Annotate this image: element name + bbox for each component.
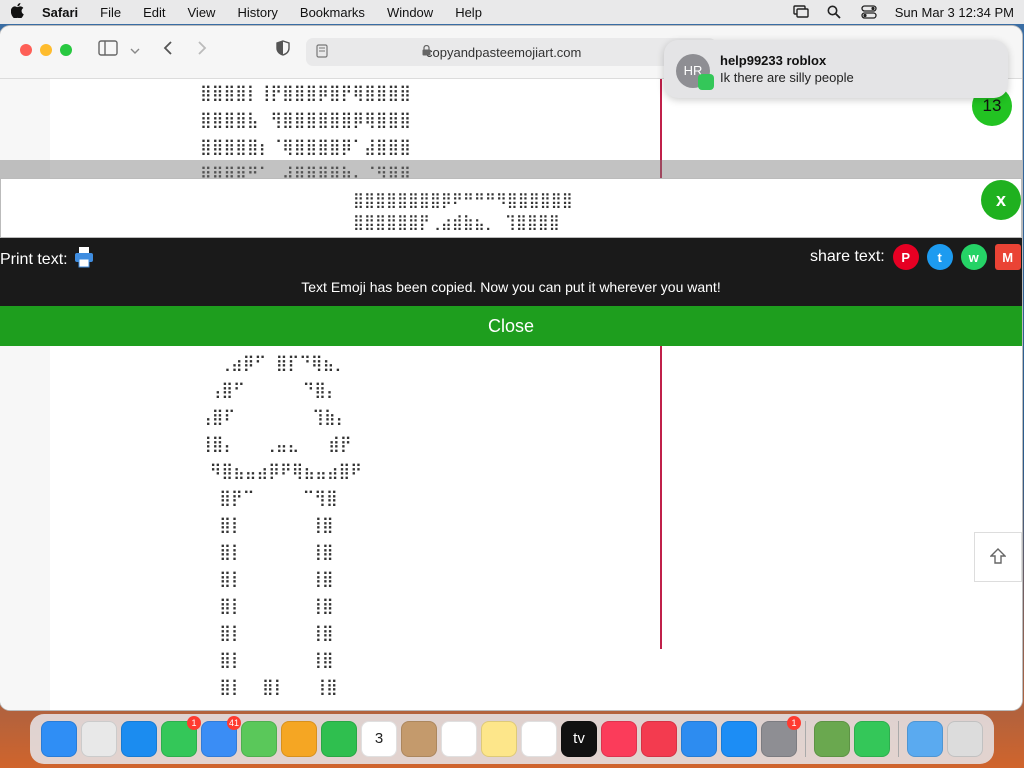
address-bar[interactable]: copyandpasteemojiart.com [306,38,716,66]
dock-system-settings-icon[interactable]: 1 [761,716,801,757]
copied-text-preview: ⣿⣿⣿⣿⣿⣿⣿⣿⡿⠟⠛⠛⠛⠻⣿⣿⣿⣿⣿⣿ ⣿⣿⣿⣿⣿⣿⡟⢀⣴⣾⣷⣦⡀ ⢹⣿⣿⣿⣿ [0,178,1022,238]
preview-row: ⣿⣿⣿⣿⣿⣿⣿⣿⡿⠟⠛⠛⠛⠻⣿⣿⣿⣿⣿⣿ [353,191,573,209]
dock-findmy-icon[interactable] [854,721,890,757]
menu-bar: Safari File Edit View History Bookmarks … [0,0,1024,24]
art-row: ⢠⣿⠏ ⢹⣷⡄ [200,407,348,426]
twitter-share-icon[interactable]: t [926,244,953,270]
notification-badge: 41 [227,716,241,730]
dock-safari-icon[interactable] [121,721,157,757]
dock-minecraft-icon[interactable] [814,721,850,757]
arrow-up-icon [989,548,1007,569]
address-url: copyandpasteemojiart.com [426,44,582,60]
menu-view[interactable]: View [188,5,216,20]
copied-text-preview-art: ⣿⣿⣿⣿⣿⣿⣿⣿⡿⠟⠛⠛⠛⠻⣿⣿⣿⣿⣿⣿ ⣿⣿⣿⣿⣿⣿⡟⢀⣴⣾⣷⣦⡀ ⢹⣿⣿⣿⣿ [353,189,573,233]
art-row: ⣿⣿⣿⣿⣿⡆⠈⢿⣿⣿⣿⣿⡿⠁⣼⣿⣿⣿ [200,137,411,156]
dock-separator [805,721,806,757]
art-row: ⣿⡇ ⢸⣿ [200,650,334,669]
art-row: ⣿⡇ ⢸⣿ [200,542,334,561]
menu-bookmarks[interactable]: Bookmarks [300,5,365,20]
back-icon[interactable] [162,40,174,61]
page-settings-icon[interactable] [316,43,328,61]
dock: 1 41 3 tv 1 [30,714,994,764]
dock-reminders-icon[interactable] [441,721,477,757]
modal-dim-strip [0,160,1022,180]
notification-body: Ik there are silly people [720,70,854,85]
menu-help[interactable]: Help [455,5,482,20]
scroll-to-top-button[interactable] [974,532,1022,582]
dock-launchpad-icon[interactable] [81,721,117,757]
apple-menu-icon[interactable] [10,2,24,22]
art-row: ⣿⡇ ⣿⡇ ⢸⣿ [200,677,338,696]
dock-calendar-icon[interactable]: 3 [361,721,397,757]
menu-bar-status: Sun Mar 3 12:34 PM [793,5,1014,20]
dock-separator [898,721,899,757]
menu-window[interactable]: Window [387,5,433,20]
dock-appstore-icon[interactable] [721,721,757,757]
dock-keynote-icon[interactable] [681,721,717,757]
safari-window: copyandpasteemojiart.com ⣿⣿⣿⣿⡇⢸⡟⣿⣿⣿⡿⣿⡟⢿⣿… [0,26,1022,710]
dock-maps-icon[interactable] [241,721,277,757]
print-text-group: Print text: [0,246,94,273]
share-text-label: share text: [810,248,885,265]
art-row: ⠻⣿⣦⣤⣴⡿⠟⢿⣦⣤⣴⣿⠟ [200,461,362,480]
share-bar: Print text: share text: P t w M Text Emo… [0,238,1022,306]
sidebar-toggle-icon[interactable] [98,40,118,61]
pinterest-share-icon[interactable]: P [892,244,919,270]
printer-icon[interactable] [74,246,94,273]
dock-icon-label: tv [573,730,585,747]
art-row: ⣿⣿⣿⣿⡇⢸⡟⣿⣿⣿⡿⣿⡟⢿⣿⣿⣿⣿ [200,83,411,102]
minimize-window-button[interactable] [40,44,52,56]
modal-close-x-button[interactable]: x [981,180,1021,220]
dock-downloads-folder-icon[interactable] [907,721,943,757]
message-notification[interactable]: HR help99233 roblox Ik there are silly p… [664,40,1008,98]
art-row: ⣿⡇ ⢸⣿ [200,596,334,615]
lock-icon [422,44,431,59]
share-text-group: share text: P t w M [810,244,1021,270]
dock-photos-icon[interactable] [281,721,317,757]
dock-mail-icon[interactable]: 41 [201,716,241,757]
art-row: ⢠⣿⠋ ⠙⣿⡄ [200,380,338,399]
dock-finder-icon[interactable] [41,721,77,757]
dock-notes-icon[interactable] [481,721,517,757]
menu-bar-clock[interactable]: Sun Mar 3 12:34 PM [895,5,1014,20]
art-row: ⣿⡇ ⢸⣿ [200,515,334,534]
forward-icon[interactable] [196,40,208,61]
dock-messages-icon[interactable]: 1 [161,716,201,757]
control-center-icon[interactable] [861,5,877,19]
menu-file[interactable]: File [100,5,121,20]
print-text-label: Print text: [0,250,68,268]
preview-row: ⣿⣿⣿⣿⣿⣿⡟⢀⣴⣾⣷⣦⡀ ⢹⣿⣿⣿⣿ [353,213,560,231]
zoom-window-button[interactable] [60,44,72,56]
messages-app-icon [698,74,714,90]
notification-badge: 1 [787,716,801,730]
art-row: ⣿⡟⠉ ⠉⢻⣿ [200,488,338,507]
menu-history[interactable]: History [237,5,277,20]
dock-facetime-icon[interactable] [321,721,357,757]
notification-badge: 1 [187,716,201,730]
dock-music-icon[interactable] [601,721,637,757]
notification-title: help99233 roblox [720,53,827,68]
modal-close-button[interactable]: Close [0,306,1022,346]
copied-message: Text Emoji has been copied. Now you can … [301,279,721,295]
screen-mirroring-icon[interactable] [793,5,809,19]
dock-freeform-icon[interactable] [521,721,557,757]
menu-app-name[interactable]: Safari [42,5,78,20]
whatsapp-share-icon[interactable]: w [960,244,987,270]
privacy-shield-icon[interactable] [276,40,290,61]
gmail-share-icon[interactable]: M [994,244,1021,270]
close-window-button[interactable] [20,44,32,56]
dock-icon-label: 3 [374,730,384,747]
menu-edit[interactable]: Edit [143,5,165,20]
art-row: ⣿⣿⣿⣿⣧⠀⢻⣿⣿⣿⣿⣿⣿⡿⢿⣿⣿⣿ [200,110,411,129]
art-row: ⢀⣴⡿⠋ ⣿⡏⠙⢿⣦⡀ [200,353,347,372]
art-row: ⢸⣿⡄ ⢀⣤⣄ ⣾⡟ [200,434,352,453]
chevron-down-icon[interactable] [130,42,140,60]
art-row: ⣿⡇ ⢸⣿ [200,623,334,642]
dock-trash-icon[interactable] [947,721,983,757]
dock-contacts-icon[interactable] [401,721,437,757]
dock-appletv-icon[interactable]: tv [561,721,597,757]
dock-news-icon[interactable] [641,721,677,757]
spotlight-search-icon[interactable] [827,5,843,19]
art-row: ⣿⡇ ⢸⣿ [200,569,334,588]
